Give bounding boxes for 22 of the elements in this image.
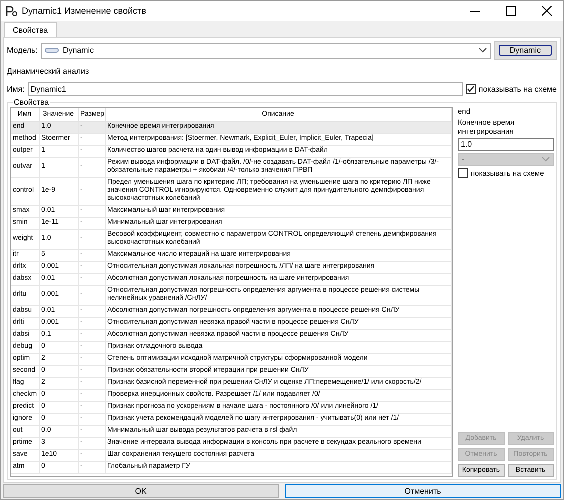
dialog-button[interactable]: Отменить	[285, 484, 561, 498]
analysis-label: Динамический анализ	[7, 66, 90, 78]
chevron-down-icon	[478, 48, 487, 53]
table-row[interactable]	[11, 177, 452, 205]
checkbox-label: показывать на схеме	[478, 84, 557, 94]
tab[interactable]: Свойства	[4, 22, 58, 37]
name-field[interactable]: Dynamic1	[28, 82, 463, 96]
checkbox[interactable]	[466, 84, 476, 94]
value-field[interactable]: 1.0	[458, 138, 554, 151]
model-icon	[44, 48, 59, 53]
model-label: Модель:	[7, 46, 38, 55]
close-icon	[542, 6, 552, 16]
model-dropdown[interactable]: Dynamic	[40, 42, 491, 58]
name-label: Имя:	[7, 84, 25, 94]
maximize-icon	[506, 6, 516, 16]
chevron-down-icon	[542, 157, 550, 162]
checkbox[interactable]	[458, 168, 468, 178]
model-button[interactable]: Dynamic	[498, 45, 552, 56]
group-title: Свойства	[13, 98, 50, 107]
app-icon	[6, 6, 18, 16]
window-title: Dynamic1 Изменение свойств	[22, 6, 148, 16]
dialog-button[interactable]: OK	[3, 484, 279, 498]
